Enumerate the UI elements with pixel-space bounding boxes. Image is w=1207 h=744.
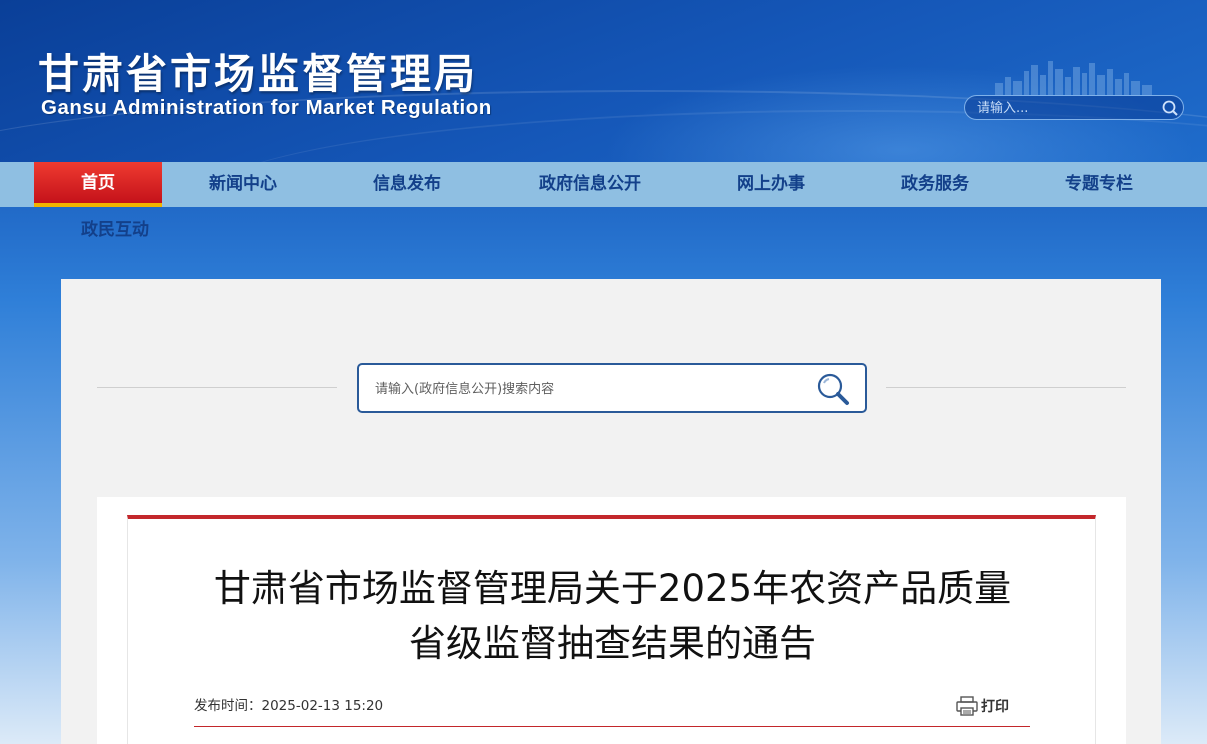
site-title[interactable]: 甘肃省市场监督管理局 <box>38 40 478 100</box>
search-icon[interactable] <box>1161 99 1179 117</box>
main-nav: 首页 新闻中心 信息发布 政府信息公开 网上办事 政务服务 专题专栏 <box>0 162 1207 207</box>
header-search <box>964 95 1184 120</box>
search-icon[interactable] <box>814 370 852 408</box>
header-search-input[interactable] <box>977 99 1157 117</box>
article: 甘肃省市场监督管理局关于2025年农资产品质量 省级监督抽查结果的通告 发布时间… <box>127 515 1096 744</box>
skyline-decoration <box>995 61 1152 95</box>
gov-info-search <box>357 363 867 413</box>
gov-info-search-input[interactable] <box>375 379 795 399</box>
site-subtitle: Gansu Administration for Market Regulati… <box>41 96 492 119</box>
print-button[interactable]: 打印 <box>956 695 1009 717</box>
nav-item-gov-info[interactable]: 政府信息公开 <box>520 162 660 207</box>
nav-item-interaction[interactable]: 政民互动 <box>60 210 170 250</box>
article-title-line: 甘肃省市场监督管理局关于2025年农资产品质量 <box>213 567 1012 610</box>
article-container: 甘肃省市场监督管理局关于2025年农资产品质量 省级监督抽查结果的通告 发布时间… <box>97 497 1126 744</box>
article-divider <box>194 726 1030 727</box>
print-label: 打印 <box>981 699 1009 715</box>
nav-item-gov-service[interactable]: 政务服务 <box>875 162 995 207</box>
nav-item-special[interactable]: 专题专栏 <box>1039 162 1159 207</box>
nav-item-info-release[interactable]: 信息发布 <box>347 162 467 207</box>
publish-time: 发布时间：2025-02-13 15:20 <box>194 698 384 714</box>
divider <box>886 387 1126 388</box>
printer-icon <box>956 696 978 716</box>
divider <box>97 387 337 388</box>
main-content: 甘肃省市场监督管理局关于2025年农资产品质量 省级监督抽查结果的通告 发布时间… <box>61 279 1161 744</box>
article-title: 甘肃省市场监督管理局关于2025年农资产品质量 省级监督抽查结果的通告 <box>168 561 1057 671</box>
article-title-line: 省级监督抽查结果的通告 <box>409 622 816 665</box>
nav-item-online-service[interactable]: 网上办事 <box>711 162 831 207</box>
nav-item-news[interactable]: 新闻中心 <box>183 162 303 207</box>
site-header: 甘肃省市场监督管理局 Gansu Administration for Mark… <box>0 0 1207 162</box>
nav-item-home[interactable]: 首页 <box>34 162 162 207</box>
